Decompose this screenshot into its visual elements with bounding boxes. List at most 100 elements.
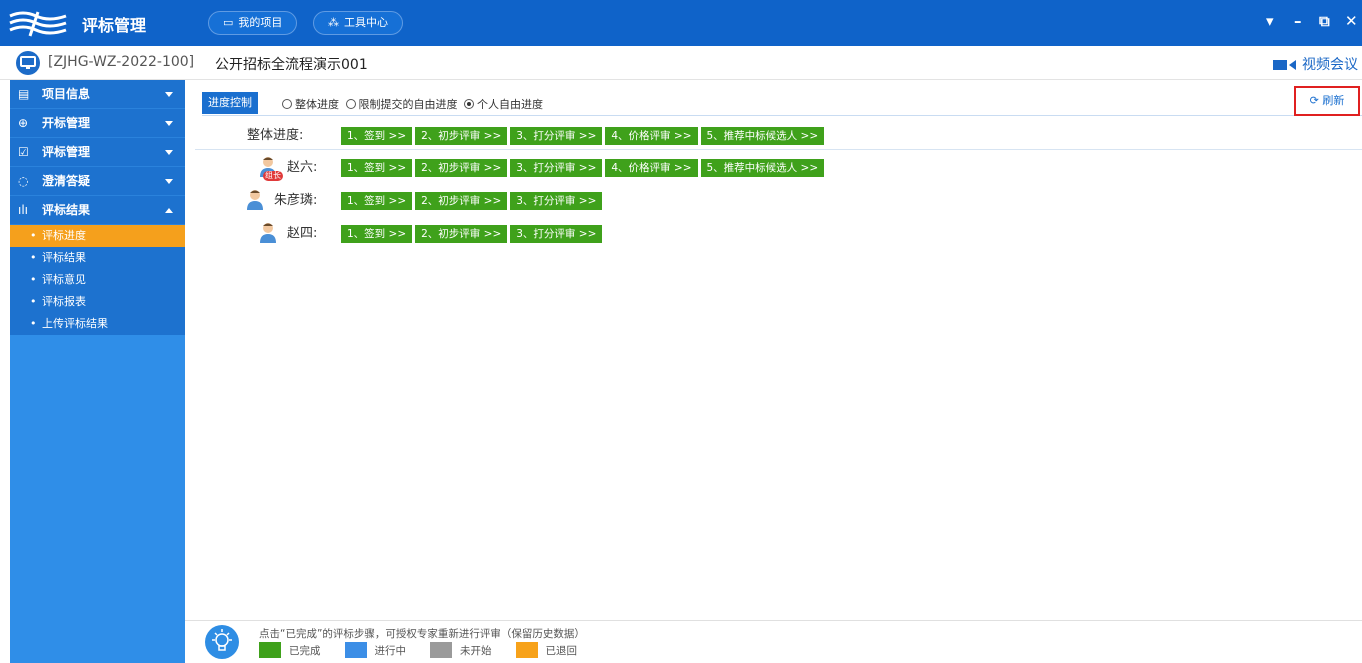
app-title: 评标管理 — [82, 16, 147, 35]
step-button[interactable]: 4、价格评审 >> — [605, 159, 698, 177]
sidebar-item-clarification[interactable]: ◌ 澄清答疑 — [10, 167, 185, 196]
sidebar-item-evaluation[interactable]: ☑ 评标管理 — [10, 138, 185, 167]
step-button[interactable]: 3、打分评审 >> — [510, 127, 603, 145]
legend-not-started: 未开始 — [430, 642, 492, 658]
step-button[interactable]: 3、打分评审 >> — [510, 159, 603, 177]
sidebar-item-results[interactable]: ılı 评标结果 — [10, 196, 185, 225]
legend-label: 已完成 — [289, 644, 321, 657]
minimize-icon[interactable]: – — [1294, 12, 1302, 30]
legend-footer: 点击“已完成”的评标步骤，可授权专家重新进行评审（保留历史数据） 已完成 进行中… — [185, 620, 1362, 663]
lightbulb-icon — [205, 625, 239, 659]
sidebar-item-label: 评标结果 — [42, 203, 91, 217]
nav-tool-center[interactable]: ⁂ 工具中心 — [313, 11, 403, 35]
expert-name: 朱彦璘: — [274, 193, 318, 208]
expert-steps: 1、签到 >> 2、初步评审 >> 3、打分评审 >> — [341, 225, 605, 243]
title-bar: 评标管理 ▭ 我的项目 ⁂ 工具中心 ▾ – ⧉ ✕ — [0, 0, 1362, 46]
chat-icon: ◌ — [18, 174, 29, 188]
tools-icon: ⁂ — [328, 16, 339, 29]
legend-swatch — [430, 642, 452, 658]
sidebar-item-label: 项目信息 — [42, 87, 91, 101]
refresh-label: 刷新 — [1322, 94, 1345, 107]
step-button[interactable]: 5、推荐中标候选人 >> — [700, 159, 825, 177]
legend-label: 已退回 — [545, 644, 578, 657]
radio-limited-progress[interactable]: 限制提交的自由进度 — [345, 98, 458, 111]
sidebar: ▤ 项目信息 ⊕ 开标管理 ☑ 评标管理 ◌ 澄清答疑 ılı 评标结果 评标进… — [10, 80, 185, 663]
nav-tool-center-label: 工具中心 — [344, 16, 388, 29]
video-meeting-button[interactable]: 视频会议 — [1273, 54, 1358, 74]
bar-chart-icon: ılı — [18, 203, 29, 217]
camera-icon — [1273, 60, 1287, 70]
sidebar-item-bid-opening[interactable]: ⊕ 开标管理 — [10, 109, 185, 138]
sidebar-subitem-progress[interactable]: 评标进度 — [10, 225, 185, 247]
project-code: [ZJHG-WZ-2022-100] — [48, 54, 195, 70]
project-info-icon: ▤ — [18, 87, 30, 101]
step-button[interactable]: 1、签到 >> — [341, 127, 413, 145]
step-button[interactable]: 1、签到 >> — [341, 192, 413, 210]
sidebar-subitem-results[interactable]: 评标结果 — [10, 247, 185, 269]
video-meeting-label: 视频会议 — [1302, 57, 1358, 73]
chevron-up-icon — [165, 208, 173, 213]
step-button[interactable]: 5、推荐中标候选人 >> — [700, 127, 825, 145]
camera-lens-icon — [1289, 60, 1296, 70]
sidebar-item-label: 澄清答疑 — [42, 174, 91, 188]
monitor-icon: ▭ — [223, 16, 234, 29]
chevron-down-icon — [165, 150, 173, 155]
sidebar-subitem-opinion[interactable]: 评标意见 — [10, 269, 185, 291]
refresh-button[interactable]: ⟳ 刷新 — [1294, 86, 1360, 116]
sidebar-subitem-report[interactable]: 评标报表 — [10, 291, 185, 313]
step-button[interactable]: 2、初步评审 >> — [415, 192, 508, 210]
divider — [195, 149, 1362, 150]
legend-swatch — [344, 642, 367, 658]
radio-checked-icon — [464, 99, 474, 109]
monitor-icon — [16, 51, 40, 75]
step-button[interactable]: 3、打分评审 >> — [510, 192, 603, 210]
step-button[interactable]: 2、初步评审 >> — [415, 225, 508, 243]
legend-label: 未开始 — [460, 644, 492, 657]
radio-icon — [282, 99, 292, 109]
step-button[interactable]: 1、签到 >> — [341, 225, 413, 243]
progress-toolbar: 进度控制 整体进度 限制提交的自由进度 个人自由进度 ⟳ 刷新 — [202, 86, 1362, 116]
legend-returned: 已退回 — [515, 642, 578, 658]
restore-icon[interactable]: ⧉ — [1319, 12, 1330, 30]
legend-swatch — [259, 642, 281, 658]
chevron-down-icon — [165, 121, 173, 126]
sidebar-item-project-info[interactable]: ▤ 项目信息 — [10, 80, 185, 109]
menu-icon[interactable]: ▾ — [1266, 12, 1274, 30]
step-button[interactable]: 3、打分评审 >> — [510, 225, 603, 243]
progress-control-label: 进度控制 — [202, 92, 258, 114]
expert-name: 赵六: — [287, 160, 318, 175]
project-name: 公开招标全流程演示001 — [215, 57, 368, 73]
radio-overall-progress[interactable]: 整体进度 — [282, 98, 339, 111]
step-button[interactable]: 2、初步评审 >> — [415, 159, 508, 177]
legend-label: 进行中 — [374, 644, 407, 657]
close-icon[interactable]: ✕ — [1345, 12, 1358, 30]
overall-progress-label: 整体进度: — [247, 128, 304, 143]
radio-personal-progress[interactable]: 个人自由进度 — [464, 98, 543, 111]
nav-my-projects[interactable]: ▭ 我的项目 — [208, 11, 298, 35]
evaluation-icon: ☑ — [18, 145, 29, 159]
step-button[interactable]: 2、初步评审 >> — [415, 127, 508, 145]
sidebar-item-label: 开标管理 — [42, 116, 91, 130]
project-bar: [ZJHG-WZ-2022-100] 公开招标全流程演示001 视频会议 — [0, 46, 1362, 80]
legend-completed: 已完成 — [259, 642, 321, 658]
radio-label: 限制提交的自由进度 — [358, 98, 458, 111]
radio-label: 个人自由进度 — [477, 98, 543, 111]
step-button[interactable]: 1、签到 >> — [341, 159, 413, 177]
status-legend: 已完成 进行中 未开始 已退回 — [259, 642, 601, 658]
legend-in-progress: 进行中 — [344, 642, 407, 658]
expert-name: 赵四: — [287, 226, 318, 241]
step-button[interactable]: 4、价格评审 >> — [605, 127, 698, 145]
chevron-down-icon — [165, 179, 173, 184]
bid-opening-icon: ⊕ — [18, 116, 29, 130]
sidebar-item-label: 评标管理 — [42, 145, 91, 159]
sidebar-subitem-upload[interactable]: 上传评标结果 — [10, 313, 185, 335]
progress-mode-radio-group: 整体进度 限制提交的自由进度 个人自由进度 — [282, 96, 546, 112]
overall-steps: 1、签到 >> 2、初步评审 >> 3、打分评审 >> 4、价格评审 >> 5、… — [341, 127, 827, 145]
chevron-down-icon — [165, 92, 173, 97]
refresh-icon: ⟳ — [1309, 94, 1319, 107]
avatar-icon — [260, 223, 276, 243]
avatar-icon — [247, 190, 263, 210]
legend-swatch — [515, 642, 538, 658]
app-logo-icon — [9, 11, 67, 37]
radio-label: 整体进度 — [295, 98, 339, 111]
